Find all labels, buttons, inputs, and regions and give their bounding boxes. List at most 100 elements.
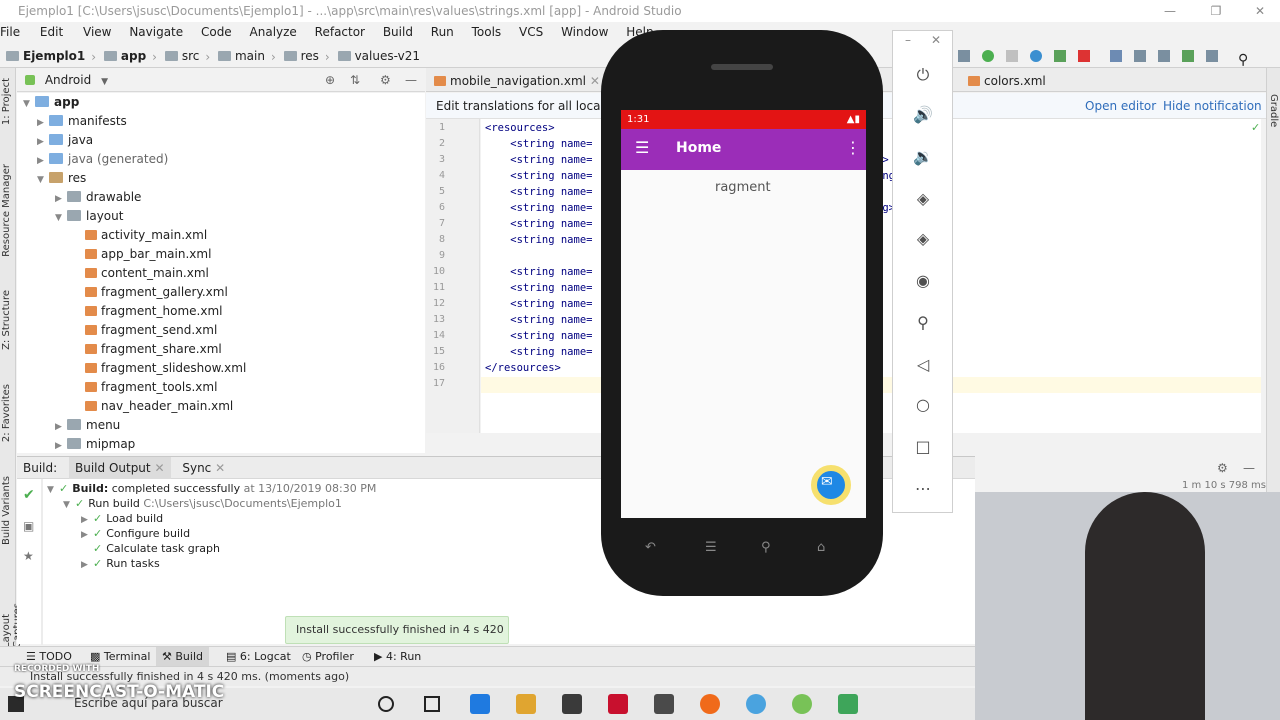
chevron-down-icon[interactable]: ▼ bbox=[63, 498, 75, 513]
task-view-icon[interactable] bbox=[424, 696, 440, 712]
tab-sync[interactable]: Sync ✕ bbox=[174, 461, 225, 475]
fab-button[interactable]: ✉ bbox=[811, 465, 851, 505]
menu-vcs[interactable]: VCS bbox=[511, 25, 549, 39]
close-icon[interactable]: ✕ bbox=[931, 33, 941, 47]
build-line-configure-build[interactable]: ▶ ✓ Configure build bbox=[81, 526, 190, 541]
rotate-left-icon[interactable]: ◈ bbox=[913, 189, 933, 209]
tree-item-fragment-tools[interactable]: fragment_tools.xml bbox=[85, 378, 217, 397]
tree-item-menu[interactable]: ▶ menu bbox=[55, 416, 120, 435]
avd-manager-icon[interactable] bbox=[1134, 50, 1146, 62]
menu-refactor[interactable]: Refactor bbox=[307, 25, 371, 39]
tab-colors[interactable]: colors.xml bbox=[960, 70, 1054, 92]
maximize-button[interactable]: ❐ bbox=[1196, 0, 1236, 22]
chevron-down-icon[interactable]: ▼ bbox=[47, 483, 59, 498]
build-line-run-build[interactable]: ▼ ✓ Run build C:\Users\jsusc\Documents\Eje… bbox=[63, 496, 342, 511]
tab-build-output[interactable]: Build Output ✕ bbox=[69, 457, 171, 479]
home-icon[interactable]: ⌂ bbox=[817, 540, 825, 555]
gear-icon[interactable]: ⚙ bbox=[380, 68, 391, 92]
tab-gradle[interactable]: Gradle bbox=[1268, 94, 1279, 127]
volume-down-icon[interactable]: 🔉 bbox=[913, 147, 933, 167]
tree-item-fragment-share[interactable]: fragment_share.xml bbox=[85, 340, 222, 359]
tree-item-fragment-home[interactable]: fragment_home.xml bbox=[85, 302, 222, 321]
tree-item-manifests[interactable]: ▶ manifests bbox=[37, 112, 127, 131]
chevron-down-icon[interactable]: ▼ bbox=[37, 171, 49, 190]
screencast-icon[interactable] bbox=[746, 694, 766, 714]
menu-build[interactable]: Build bbox=[375, 25, 419, 39]
menu-view[interactable]: View bbox=[73, 25, 117, 39]
project-view-selector[interactable]: Android bbox=[45, 73, 91, 87]
build-line-completed[interactable]: ▼ ✓ Build: completed successfully at 13/10… bbox=[47, 481, 376, 496]
minimize-icon[interactable]: – bbox=[905, 33, 911, 47]
tree-item-mipmap[interactable]: ▶ mipmap bbox=[55, 435, 135, 454]
breadcrumb-app[interactable]: app bbox=[103, 44, 146, 68]
volume-up-icon[interactable]: 🔊 bbox=[913, 105, 933, 125]
cortana-icon[interactable] bbox=[378, 696, 394, 712]
build-line-calculate-task-graph[interactable]: ✓ Calculate task graph bbox=[93, 541, 220, 556]
firefox-icon[interactable] bbox=[700, 694, 720, 714]
breadcrumb-res[interactable]: res bbox=[283, 44, 319, 68]
more-icon[interactable]: ⋯ bbox=[913, 479, 933, 499]
tree-item-content-main[interactable]: content_main.xml bbox=[85, 264, 209, 283]
breadcrumb-values[interactable]: values-v21 bbox=[337, 44, 420, 68]
tree-item-java[interactable]: ▶ java bbox=[37, 131, 93, 150]
tab-structure[interactable]: Z: Structure bbox=[1, 290, 12, 350]
hammer-icon[interactable] bbox=[958, 50, 970, 62]
file-explorer-icon[interactable] bbox=[516, 694, 536, 714]
phone-screen[interactable]: 1:31 ▲▮ ☰ Home ⋮ ragment ✉ bbox=[621, 110, 866, 518]
tab-profiler[interactable]: ◷ Profiler bbox=[296, 647, 360, 667]
open-editor-link[interactable]: Open editor bbox=[1085, 93, 1156, 119]
tree-item-nav-header-main[interactable]: nav_header_main.xml bbox=[85, 397, 233, 416]
tree-item-app[interactable]: ▼ app bbox=[23, 93, 79, 112]
power-icon[interactable]: ⏻ bbox=[913, 65, 933, 85]
home-icon[interactable]: ○ bbox=[913, 395, 933, 415]
tree-item-fragment-send[interactable]: fragment_send.xml bbox=[85, 321, 217, 340]
hide-notification-link[interactable]: Hide notification bbox=[1163, 93, 1262, 119]
apply-changes-icon[interactable] bbox=[1030, 50, 1042, 62]
tab-project[interactable]: 1: Project bbox=[1, 78, 12, 125]
tree-item-java-generated[interactable]: ▶ java (generated) bbox=[37, 150, 168, 169]
restore-icon[interactable]: ▣ bbox=[23, 519, 34, 533]
menu-navigate[interactable]: Navigate bbox=[121, 25, 189, 39]
tab-logcat[interactable]: ▤ 6: Logcat bbox=[220, 647, 297, 667]
tree-item-drawable[interactable]: ▶ drawable bbox=[55, 188, 141, 207]
breadcrumb-main[interactable]: main bbox=[217, 44, 265, 68]
menu-run[interactable]: Run bbox=[423, 25, 460, 39]
breadcrumb-project[interactable]: Ejemplo1 bbox=[6, 44, 85, 68]
tree-item-fragment-slideshow[interactable]: fragment_slideshow.xml bbox=[85, 359, 246, 378]
menu-analyze[interactable]: Analyze bbox=[242, 25, 303, 39]
mcafee-icon[interactable] bbox=[608, 694, 628, 714]
close-button[interactable]: ✕ bbox=[1240, 0, 1280, 22]
tree-item-res[interactable]: ▼ res bbox=[37, 169, 86, 188]
menu-window[interactable]: Window bbox=[553, 25, 614, 39]
debug-icon[interactable] bbox=[982, 50, 994, 62]
tab-mobile-navigation[interactable]: mobile_navigation.xml ✕ bbox=[426, 70, 608, 92]
tab-run[interactable]: ▶ 4: Run bbox=[368, 647, 427, 667]
build-line-run-tasks[interactable]: ▶ ✓ Run tasks bbox=[81, 556, 160, 571]
store-icon[interactable] bbox=[562, 694, 582, 714]
tree-item-activity-main[interactable]: activity_main.xml bbox=[85, 226, 207, 245]
minimize-button[interactable]: — bbox=[1150, 0, 1190, 22]
chevron-right-icon[interactable]: ▶ bbox=[55, 437, 67, 456]
profile-icon[interactable] bbox=[1006, 50, 1018, 62]
emulator-icon[interactable] bbox=[838, 694, 858, 714]
back-icon[interactable]: ↶ bbox=[645, 540, 656, 555]
sync-icon[interactable] bbox=[1110, 50, 1122, 62]
tab-build-variants[interactable]: Build Variants bbox=[1, 476, 12, 545]
menu-tools[interactable]: Tools bbox=[464, 25, 508, 39]
zoom-icon[interactable]: ⚲ bbox=[913, 313, 933, 333]
camera-icon[interactable]: ◉ bbox=[913, 271, 933, 291]
chevron-down-icon[interactable]: ▼ bbox=[23, 95, 35, 114]
hamburger-icon[interactable]: ☰ bbox=[635, 138, 649, 157]
menu-code[interactable]: Code bbox=[193, 25, 238, 39]
tab-build[interactable]: ⚒ Build bbox=[156, 647, 209, 667]
hammer-icon[interactable]: ✔ bbox=[23, 487, 35, 503]
pin-icon[interactable]: ★ bbox=[23, 549, 34, 563]
android-icon[interactable] bbox=[1182, 50, 1194, 62]
stop-icon[interactable] bbox=[1078, 50, 1090, 62]
chevron-down-icon[interactable]: ▼ bbox=[101, 77, 108, 87]
breadcrumb-src[interactable]: src bbox=[164, 44, 199, 68]
tab-favorites[interactable]: 2: Favorites bbox=[1, 384, 12, 442]
overview-icon[interactable]: □ bbox=[913, 437, 933, 457]
menu-edit[interactable]: Edit bbox=[30, 25, 69, 39]
tree-item-app-bar-main[interactable]: app_bar_main.xml bbox=[85, 245, 211, 264]
